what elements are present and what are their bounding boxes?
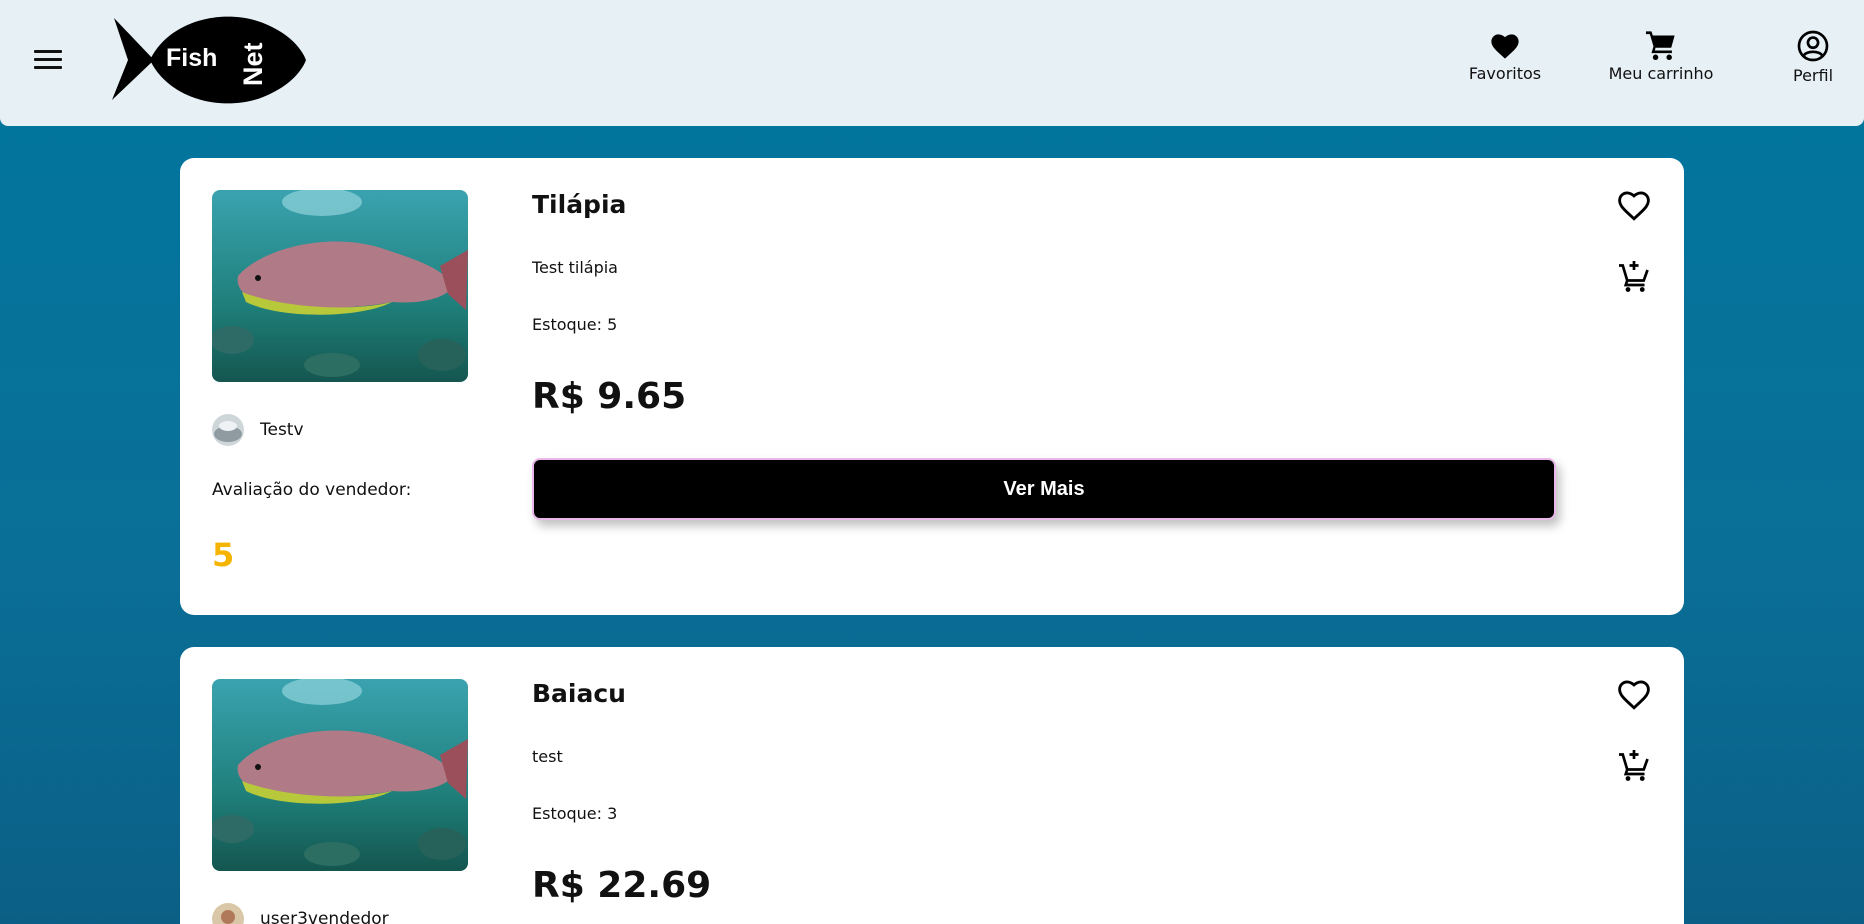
- top-header: Fish Net Favoritos Meu carrinho Perfil: [0, 0, 1864, 126]
- product-price: R$ 9.65: [532, 376, 687, 417]
- fishnet-logo[interactable]: Fish Net: [110, 8, 306, 112]
- product-price: R$ 22.69: [532, 865, 712, 906]
- seller-info[interactable]: Testv: [212, 414, 304, 446]
- add-to-cart-icon[interactable]: [1616, 747, 1652, 783]
- seller-avatar: [212, 414, 244, 446]
- nav-profile[interactable]: Perfil: [1788, 30, 1838, 85]
- logo-text-fish: Fish: [166, 44, 217, 72]
- favorite-heart-icon[interactable]: [1616, 677, 1652, 713]
- product-description: test: [532, 747, 563, 766]
- seller-rating-label: Avaliação do vendedor:: [212, 480, 412, 500]
- heart-filled-icon: [1491, 34, 1519, 59]
- user-circle-icon: [1797, 30, 1829, 62]
- product-title: Tilápia: [532, 190, 627, 219]
- menu-icon[interactable]: [34, 50, 62, 72]
- favorite-heart-icon[interactable]: [1616, 188, 1652, 224]
- logo-text-net: Net: [238, 42, 268, 86]
- seller-rating-value: 5: [212, 536, 235, 574]
- seller-name: Testv: [260, 420, 304, 440]
- product-stock: Estoque: 5: [532, 315, 618, 334]
- product-card: Testv Avaliação do vendedor: 5 Tilápia T…: [180, 158, 1684, 615]
- seller-avatar: [212, 903, 244, 924]
- seller-name: user3vendedor: [260, 909, 389, 924]
- cart-filled-icon: [1646, 31, 1675, 60]
- seller-info[interactable]: user3vendedor: [212, 903, 389, 924]
- nav-profile-label: Perfil: [1792, 66, 1834, 85]
- product-title: Baiacu: [532, 679, 626, 708]
- product-card: user3vendedor Baiacu test Estoque: 3 R$ …: [180, 647, 1684, 924]
- nav-favorites[interactable]: Favoritos: [1450, 30, 1560, 83]
- nav-cart-label: Meu carrinho: [1608, 64, 1714, 83]
- nav-cart[interactable]: Meu carrinho: [1600, 30, 1722, 83]
- product-image[interactable]: [212, 190, 468, 382]
- add-to-cart-icon[interactable]: [1616, 258, 1652, 294]
- view-more-button[interactable]: Ver Mais: [532, 458, 1556, 520]
- product-image[interactable]: [212, 679, 468, 871]
- product-description: Test tilápia: [532, 258, 618, 277]
- product-stock: Estoque: 3: [532, 804, 618, 823]
- nav-favorites-label: Favoritos: [1468, 64, 1542, 83]
